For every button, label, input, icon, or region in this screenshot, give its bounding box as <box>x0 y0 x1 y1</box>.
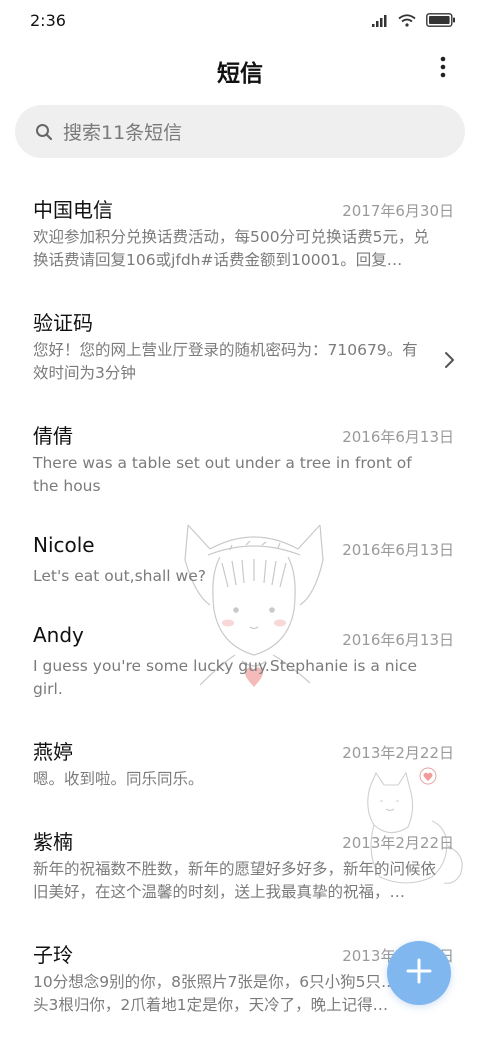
status-bar: 2:36 <box>0 0 480 40</box>
contact-name: 紫楠 <box>33 830 73 854</box>
message-date: 2016年6月13日 <box>342 428 454 446</box>
contact-name: 倩倩 <box>33 424 73 448</box>
conversation-item[interactable]: 倩倩 2016年6月13日 There was a table set out … <box>0 406 480 506</box>
status-time: 2:36 <box>30 11 66 30</box>
header: 短信 <box>0 48 480 92</box>
conversation-item[interactable]: Andy 2016年6月13日 I guess you're some luck… <box>0 609 480 709</box>
contact-name: 燕婷 <box>33 740 73 764</box>
contact-name: Nicole <box>33 533 95 557</box>
contact-name: 验证码 <box>33 311 93 335</box>
more-vertical-icon <box>440 56 446 82</box>
signal-icon <box>372 12 388 31</box>
more-options-button[interactable] <box>428 54 458 84</box>
message-date: 2013年2月22日 <box>342 834 454 852</box>
search-icon <box>35 123 53 141</box>
search-input[interactable]: 搜索11条短信 <box>63 118 182 145</box>
battery-icon <box>426 12 456 31</box>
message-preview: 您好！您的网上营业厅登录的随机密码为：710679。有效时间为3分钟 <box>33 341 418 382</box>
conversation-item[interactable]: 中国电信 2017年6月30日 欢迎参加积分兑换话费活动，每500分可兑换话费5… <box>0 180 480 280</box>
wifi-icon <box>398 12 416 31</box>
message-preview: I guess you're some lucky guy.Stephanie … <box>33 657 417 698</box>
message-date: 2016年6月13日 <box>342 541 454 559</box>
message-preview: 嗯。收到啦。同乐同乐。 <box>33 770 204 788</box>
contact-name: Andy <box>33 623 84 647</box>
contact-name: 中国电信 <box>33 198 113 222</box>
search-bar[interactable]: 搜索11条短信 <box>15 105 465 158</box>
plus-icon <box>405 957 433 989</box>
page-title: 短信 <box>217 61 263 87</box>
message-preview: 10分想念9别的你，8张照片7张是你，6只小狗5只…4根骨头3根归你，2爪着地1… <box>33 973 438 1014</box>
conversation-item[interactable]: 紫楠 2013年2月22日 新年的祝福数不胜数，新年的愿望好多好多，新年的问候依… <box>0 812 480 912</box>
message-date: 2016年6月13日 <box>342 631 454 649</box>
message-preview: 新年的祝福数不胜数，新年的愿望好多好多，新年的问候依旧美好，在这个温馨的时刻，送… <box>33 860 437 901</box>
message-preview: Let's eat out,shall we? <box>33 567 206 585</box>
message-date: 2017年6月30日 <box>342 202 454 220</box>
contact-name: 子玲 <box>33 943 73 967</box>
conversation-item[interactable]: 燕婷 2013年2月22日 嗯。收到啦。同乐同乐。 <box>0 722 480 802</box>
chevron-right-icon <box>444 351 456 369</box>
status-icons <box>372 12 456 31</box>
new-message-button[interactable] <box>387 941 451 1005</box>
message-date: 2013年2月22日 <box>342 744 454 762</box>
message-preview: There was a table set out under a tree i… <box>33 454 412 495</box>
conversation-item[interactable]: 验证码 您好！您的网上营业厅登录的随机密码为：710679。有效时间为3分钟 <box>0 293 480 393</box>
conversation-item[interactable]: Nicole 2016年6月13日 Let's eat out,shall we… <box>0 519 480 599</box>
message-preview: 欢迎参加积分兑换话费活动，每500分可兑换话费5元，兑换话费请回复106或jfd… <box>33 228 429 269</box>
